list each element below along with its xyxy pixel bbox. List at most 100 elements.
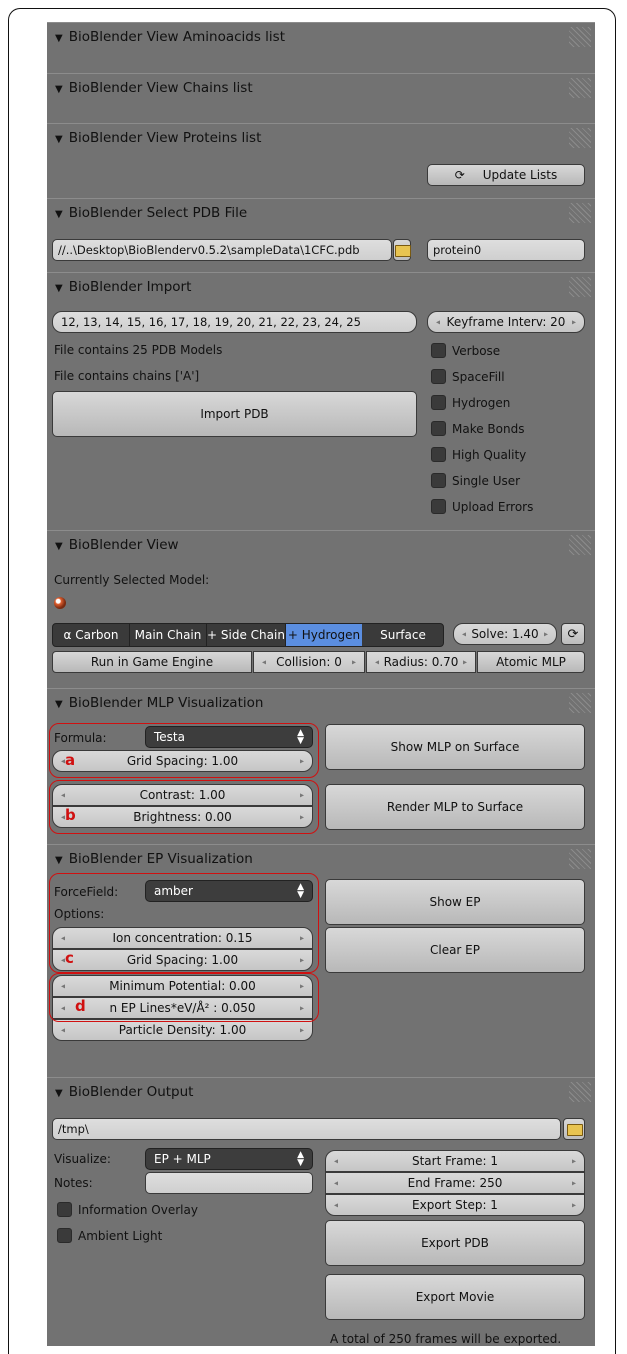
- drag-grip-icon[interactable]: [569, 78, 591, 98]
- radius-field[interactable]: ◂ Radius: 0.70 ▸: [366, 651, 476, 673]
- annotation-box-b: [49, 780, 319, 834]
- keyframe-value: Keyframe Interv: 20: [446, 315, 566, 329]
- visualize-dropdown[interactable]: EP + MLP ▲ ▼: [145, 1148, 313, 1170]
- increment-arrow-icon[interactable]: ▸: [572, 318, 576, 327]
- atomic-mlp-button[interactable]: Atomic MLP: [477, 651, 585, 673]
- annotation-box-d: [49, 973, 319, 1022]
- protein-name-input[interactable]: protein0: [427, 239, 585, 261]
- panel-header[interactable]: ▼ BioBlender View: [55, 537, 179, 553]
- collapse-triangle-icon: ▼: [55, 1088, 63, 1099]
- keyframe-interval-field[interactable]: ◂ Keyframe Interv: 20 ▸: [427, 311, 585, 333]
- seg-hydrogen[interactable]: + Hydrogen: [286, 624, 362, 646]
- folder-icon: [567, 1124, 583, 1136]
- visualize-label: Visualize:: [54, 1152, 111, 1166]
- panel-header[interactable]: ▼ BioBlender MLP Visualization: [55, 695, 263, 711]
- selected-model-label: Currently Selected Model:: [54, 573, 210, 587]
- panel-title: BioBlender View Chains list: [68, 80, 253, 96]
- updown-arrow-icon: ▲ ▼: [297, 1150, 304, 1168]
- checkbox-verbose[interactable]: Verbose: [431, 343, 500, 358]
- update-lists-button[interactable]: ⟳ Update Lists: [427, 164, 585, 186]
- panel-import: ▼ BioBlender Import 12, 13, 14, 15, 16, 1…: [47, 272, 595, 531]
- decrement-arrow-icon[interactable]: ◂: [436, 318, 440, 327]
- checkbox-ambient-light[interactable]: Ambient Light: [57, 1228, 162, 1243]
- particle-density-field[interactable]: ◂ Particle Density: 1.00 ▸: [52, 1019, 313, 1041]
- panel-proteins: ▼ BioBlender View Proteins list ⟳ Update L…: [47, 123, 595, 199]
- pdb-path-input[interactable]: //..\Desktop\BioBlenderv0.5.2\sampleData…: [52, 239, 392, 261]
- checkbox-single-user[interactable]: Single User: [431, 473, 520, 488]
- panel-header[interactable]: ▼ BioBlender View Proteins list: [55, 130, 261, 146]
- run-game-engine-button[interactable]: Run in Game Engine: [52, 651, 252, 673]
- panel-header[interactable]: ▼ BioBlender Select PDB File: [55, 205, 247, 221]
- annotation-label-a: a: [65, 751, 76, 769]
- export-movie-button[interactable]: Export Movie: [325, 1274, 585, 1320]
- panel-mlp: ▼ BioBlender MLP Visualization Formula: T…: [47, 688, 595, 845]
- seg-surface[interactable]: Surface: [363, 624, 443, 646]
- annotation-label-c: c: [65, 949, 74, 967]
- checkbox-high-quality[interactable]: High Quality: [431, 447, 526, 462]
- checkbox-make-bonds[interactable]: Make Bonds: [431, 421, 524, 436]
- drag-grip-icon[interactable]: [569, 693, 591, 713]
- models-info-text: File contains 25 PDB Models: [54, 343, 223, 357]
- end-frame-field[interactable]: ◂ End Frame: 250 ▸: [325, 1172, 585, 1194]
- drag-grip-icon[interactable]: [569, 27, 591, 47]
- checkbox-hydrogen[interactable]: Hydrogen: [431, 395, 510, 410]
- import-pdb-button[interactable]: Import PDB: [52, 391, 417, 437]
- solve-field[interactable]: ◂ Solve: 1.40 ▸: [453, 623, 557, 645]
- clear-ep-button[interactable]: Clear EP: [325, 927, 585, 973]
- show-mlp-button[interactable]: Show MLP on Surface: [325, 724, 585, 770]
- panel-ep: ▼ BioBlender EP Visualization ForceField:…: [47, 844, 595, 1078]
- seg-side-chain[interactable]: + Side Chain: [207, 624, 286, 646]
- render-mlp-button[interactable]: Render MLP to Surface: [325, 784, 585, 830]
- notes-input[interactable]: [145, 1172, 313, 1194]
- panel-title: BioBlender MLP Visualization: [68, 695, 264, 711]
- checkbox-upload-errors[interactable]: Upload Errors: [431, 499, 533, 514]
- collapse-triangle-icon: ▼: [55, 209, 63, 220]
- drag-grip-icon[interactable]: [569, 203, 591, 223]
- collapse-triangle-icon: ▼: [55, 283, 63, 294]
- panel-title: BioBlender EP Visualization: [68, 851, 253, 867]
- panel-header[interactable]: ▼ BioBlender View Chains list: [55, 80, 253, 96]
- browse-folder-button[interactable]: [393, 239, 411, 261]
- collapse-triangle-icon: ▼: [55, 541, 63, 552]
- export-pdb-button[interactable]: Export PDB: [325, 1220, 585, 1266]
- panel-header[interactable]: ▼ BioBlender Import: [55, 279, 191, 295]
- annotation-label-b: b: [65, 806, 76, 824]
- models-input[interactable]: 12, 13, 14, 15, 16, 17, 18, 19, 20, 21, …: [52, 311, 417, 333]
- start-frame-field[interactable]: ◂ Start Frame: 1 ▸: [325, 1150, 585, 1172]
- collapse-triangle-icon: ▼: [55, 134, 63, 145]
- panel-header[interactable]: ▼ BioBlender EP Visualization: [55, 851, 253, 867]
- annotation-box-c: [49, 873, 319, 973]
- drag-grip-icon[interactable]: [569, 128, 591, 148]
- panel-header[interactable]: ▼ BioBlender Output: [55, 1084, 193, 1100]
- drag-grip-icon[interactable]: [569, 849, 591, 869]
- checkbox-information-overlay[interactable]: Information Overlay: [57, 1202, 198, 1217]
- checkbox-spacefill[interactable]: SpaceFill: [431, 369, 505, 384]
- panel-chains: ▼ BioBlender View Chains list: [47, 73, 595, 124]
- properties-panel: ▼ BioBlender View Aminoacids list ▼ BioBle…: [47, 22, 595, 1346]
- collapse-triangle-icon: ▼: [55, 84, 63, 95]
- drag-grip-icon[interactable]: [569, 1082, 591, 1102]
- panel-header[interactable]: ▼ BioBlender View Aminoacids list: [55, 29, 285, 45]
- refresh-icon[interactable]: ⟳: [561, 623, 585, 645]
- chains-info-text: File contains chains ['A']: [54, 369, 200, 383]
- pdb-path-value: //..\Desktop\BioBlenderv0.5.2\sampleData…: [58, 243, 360, 257]
- seg-alpha-carbon[interactable]: α Carbon: [53, 624, 130, 646]
- collision-field[interactable]: ◂ Collision: 0 ▸: [253, 651, 365, 673]
- drag-grip-icon[interactable]: [569, 535, 591, 555]
- show-ep-button[interactable]: Show EP: [325, 879, 585, 925]
- output-path-input[interactable]: /tmp\: [52, 1118, 561, 1140]
- seg-main-chain[interactable]: Main Chain: [130, 624, 207, 646]
- model-sphere-icon: [54, 597, 66, 609]
- import-pdb-label: Import PDB: [200, 407, 269, 421]
- models-value: 12, 13, 14, 15, 16, 17, 18, 19, 20, 21, …: [61, 315, 361, 329]
- annotation-box-a: [49, 723, 319, 778]
- panel-title: BioBlender View Proteins list: [68, 130, 262, 146]
- export-step-field[interactable]: ◂ Export Step: 1 ▸: [325, 1194, 585, 1216]
- collapse-triangle-icon: ▼: [55, 699, 63, 710]
- panel-select-pdb: ▼ BioBlender Select PDB File //..\Desktop…: [47, 198, 595, 273]
- view-mode-segmented: α Carbon Main Chain + Side Chain + Hydro…: [52, 623, 444, 647]
- protein-name-value: protein0: [433, 243, 482, 257]
- drag-grip-icon[interactable]: [569, 277, 591, 297]
- annotation-label-d: d: [75, 997, 86, 1015]
- browse-folder-button[interactable]: [563, 1118, 585, 1140]
